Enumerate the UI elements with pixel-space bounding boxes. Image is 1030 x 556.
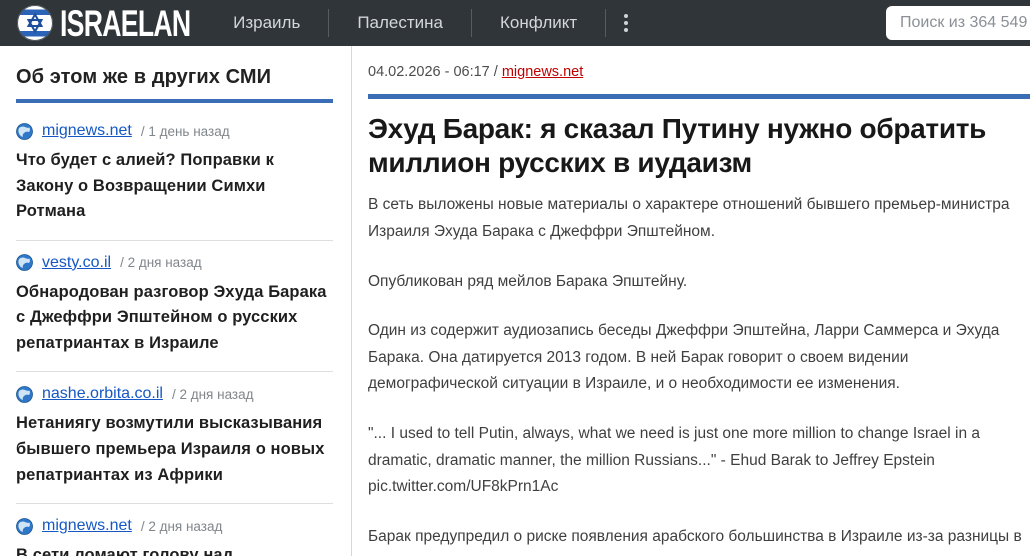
- source-link[interactable]: mignews.net: [42, 517, 132, 535]
- related-news-item[interactable]: mignews.net / 1 день назад Что будет с а…: [16, 109, 333, 241]
- related-headline[interactable]: Обнародован разговор Эхуда Барака с Джеф…: [16, 280, 333, 357]
- globe-favicon-icon: [16, 517, 33, 535]
- article-paragraph: Опубликован ряд мейлов Барака Эпштейну.: [368, 272, 688, 290]
- article-title: Эхуд Барак: я сказал Путину нужно обрати…: [368, 113, 987, 178]
- globe-favicon-icon: [16, 122, 33, 140]
- time-ago-label: / 1 день назад: [140, 123, 230, 139]
- related-news-item[interactable]: vesty.co.il / 2 дня назад Обнародован ра…: [16, 241, 333, 373]
- article-meta: 04.02.2026 - 06:17 / mignews.net: [368, 64, 1030, 80]
- article-body: В сеть выложены новые материалы о характ…: [368, 192, 1030, 556]
- content-area: Об этом же в других СМИ mignews.net / 1 …: [0, 46, 1030, 556]
- globe-favicon-icon: [16, 385, 33, 403]
- related-headline[interactable]: Что будет с алией? Поправки к Закону о В…: [16, 148, 333, 225]
- site-brand-name: ISRAELAN: [60, 2, 191, 44]
- time-ago-label: / 2 дня назад: [171, 386, 254, 402]
- article-paragraph: Один из содержит аудиозапись беседы Джеф…: [368, 322, 1000, 393]
- nav-item-israel[interactable]: Израиль: [205, 0, 328, 46]
- source-link[interactable]: mignews.net: [42, 122, 132, 140]
- globe-favicon-icon: [16, 254, 33, 272]
- nav-item-conflict[interactable]: Конфликт: [472, 0, 605, 46]
- related-headline[interactable]: В сети ломают голову над загадочными тви…: [16, 543, 333, 556]
- search-input[interactable]: [886, 6, 1030, 40]
- related-news-item[interactable]: nashe.orbita.co.il / 2 дня назад Нетания…: [16, 372, 333, 505]
- page: ISRAELAN Израиль Палестина Конфликт Об э…: [0, 0, 1030, 556]
- related-headline[interactable]: Нетаниягу возмутили высказывания бывшего…: [16, 411, 333, 488]
- article-source-link[interactable]: mignews.net: [502, 64, 583, 80]
- israel-flag-icon: [17, 5, 53, 41]
- related-news-sidebar: Об этом же в других СМИ mignews.net / 1 …: [0, 46, 352, 556]
- article-paragraph: Барак предупредил о риске появления араб…: [368, 528, 1022, 556]
- article-paragraph: В сеть выложены новые материалы о характ…: [368, 196, 1010, 240]
- related-news-item[interactable]: mignews.net / 2 дня назад В сети ломают …: [16, 504, 333, 556]
- sidebar-title: Об этом же в других СМИ: [16, 66, 272, 88]
- nav-item-palestine[interactable]: Палестина: [329, 0, 471, 46]
- main-nav: Израиль Палестина Конфликт: [205, 0, 646, 46]
- article-main: 04.02.2026 - 06:17 / mignews.net Эхуд Ба…: [352, 46, 1030, 556]
- sidebar-title-underline: [16, 99, 333, 103]
- source-link[interactable]: nashe.orbita.co.il: [42, 385, 163, 403]
- time-ago-label: / 2 дня назад: [140, 518, 223, 534]
- source-link[interactable]: vesty.co.il: [42, 254, 111, 272]
- time-ago-label: / 2 дня назад: [120, 255, 202, 271]
- top-navbar: ISRAELAN Израиль Палестина Конфликт: [0, 0, 1030, 46]
- article-paragraph: "... I used to tell Putin, always, what …: [368, 425, 981, 496]
- article-title-underline: [368, 94, 1030, 99]
- article-date: 04.02.2026 - 06:17 /: [368, 64, 498, 80]
- more-menu-kebab-icon[interactable]: [606, 4, 646, 42]
